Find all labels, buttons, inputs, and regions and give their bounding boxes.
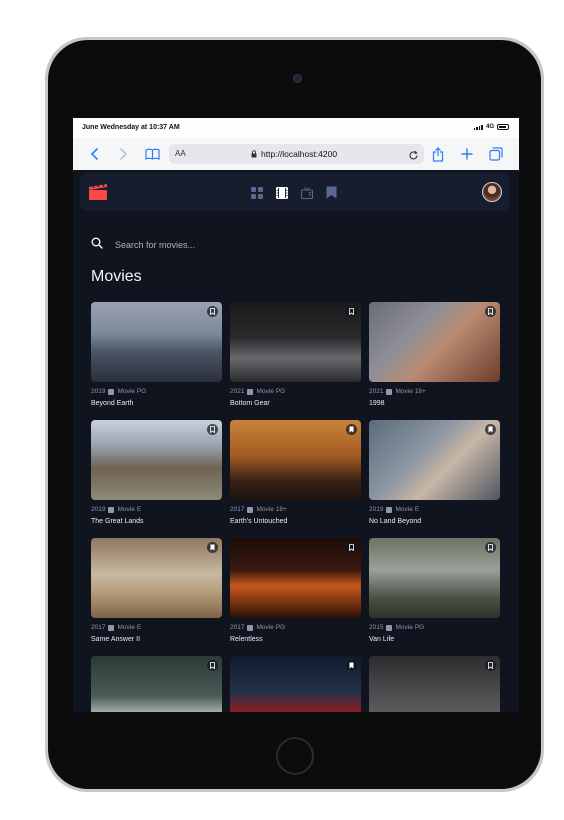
- screen: June Wednesday at 10:37 AM 4G AA http://…: [73, 118, 519, 712]
- bookmark-toggle-icon[interactable]: [207, 424, 218, 435]
- movie-meta: 2017 Movie PG: [230, 624, 286, 631]
- movie-card[interactable]: 2021 Movie PG Bottom Gear: [230, 302, 361, 420]
- url-text: http://localhost:4200: [261, 149, 338, 159]
- bookmark-toggle-icon[interactable]: [485, 306, 496, 317]
- movie-meta: 2019 Movie E: [91, 506, 142, 513]
- movie-thumbnail[interactable]: [369, 302, 500, 382]
- movie-card[interactable]: 2019 Movie PG Beyond Earth: [91, 302, 222, 420]
- film-icon: [386, 624, 393, 631]
- search-icon: [91, 236, 103, 254]
- bookmark-toggle-icon[interactable]: [207, 306, 218, 317]
- movie-thumbnail[interactable]: [369, 538, 500, 618]
- movie-thumbnail[interactable]: [91, 420, 222, 500]
- movie-card[interactable]: [230, 656, 361, 712]
- battery-icon: [497, 124, 509, 130]
- network-label: 4G: [485, 124, 494, 130]
- top-navbar: [80, 173, 510, 211]
- movie-card[interactable]: 2017 Movie 18+ Earth's Untouched: [230, 420, 361, 538]
- movie-thumbnail[interactable]: [230, 656, 361, 712]
- movie-thumbnail[interactable]: [91, 656, 222, 712]
- bookmark-toggle-icon[interactable]: [207, 660, 218, 671]
- movie-thumbnail[interactable]: [369, 656, 500, 712]
- movie-thumbnail[interactable]: [230, 538, 361, 618]
- movie-meta: 2019 Movie PG: [91, 388, 147, 395]
- nav-home-grid-icon[interactable]: [251, 186, 263, 199]
- movie-card[interactable]: 2019 Movie E No Land Beyond: [369, 420, 500, 538]
- film-icon: [247, 506, 254, 513]
- movie-title[interactable]: Van Life: [369, 636, 500, 643]
- url-field[interactable]: http://localhost:4200: [251, 149, 337, 159]
- app-logo-icon[interactable]: [89, 183, 107, 205]
- forward-icon[interactable]: [115, 146, 131, 162]
- movie-card[interactable]: 2015 Movie PG Van Life: [369, 538, 500, 656]
- movie-card[interactable]: 2017 Movie PG Relentless: [230, 538, 361, 656]
- section-title: Movies: [91, 268, 142, 285]
- movie-title[interactable]: Bottom Gear: [230, 400, 361, 407]
- movie-thumbnail[interactable]: [230, 420, 361, 500]
- bookmark-toggle-icon[interactable]: [346, 542, 357, 553]
- movie-title[interactable]: Beyond Earth: [91, 400, 222, 407]
- signal-icon: [473, 124, 483, 130]
- bookmark-toggle-icon[interactable]: [346, 306, 357, 317]
- bookmarks-book-icon[interactable]: [144, 146, 160, 162]
- nav-icons: [251, 186, 338, 200]
- bookmark-toggle-icon[interactable]: [485, 542, 496, 553]
- nav-movies-film-icon[interactable]: [276, 186, 288, 199]
- bookmark-toggle-icon[interactable]: [485, 660, 496, 671]
- movie-card[interactable]: [369, 656, 500, 712]
- movie-thumbnail[interactable]: [230, 302, 361, 382]
- movie-title[interactable]: Earth's Untouched: [230, 518, 361, 525]
- text-size-button[interactable]: AA: [175, 149, 186, 158]
- back-icon[interactable]: [86, 146, 102, 162]
- new-tab-icon[interactable]: [459, 146, 475, 162]
- bookmark-filled-icon[interactable]: [346, 424, 357, 435]
- app-content: Movies 2019MoviePG Beyond Earth 2021Movi…: [73, 170, 519, 712]
- movie-title[interactable]: The Great Lands: [91, 518, 222, 525]
- movie-card[interactable]: 2017 Movie E Same Answer II: [91, 538, 222, 656]
- film-icon: [108, 388, 115, 395]
- status-time: June Wednesday at 10:37 AM: [82, 124, 180, 131]
- movies-grid: 2019 Movie PG Beyond Earth 2021 Movie PG Bot…: [91, 302, 501, 712]
- front-camera: [293, 74, 302, 83]
- bookmark-filled-icon[interactable]: [207, 542, 218, 553]
- movie-meta: 2021 Movie 18+: [369, 388, 426, 395]
- status-bar: June Wednesday at 10:37 AM 4G: [73, 118, 519, 138]
- user-avatar[interactable]: [482, 182, 502, 202]
- film-icon: [247, 624, 254, 631]
- film-icon: [386, 388, 393, 395]
- status-indicators: 4G: [473, 124, 509, 130]
- movie-meta: 2017 Movie 18+: [230, 506, 287, 513]
- movie-meta: 2015 Movie PG: [369, 624, 425, 631]
- movie-meta: 2017 Movie E: [91, 624, 142, 631]
- movie-card[interactable]: 2021 Movie 18+ 1998: [369, 302, 500, 420]
- movie-thumbnail[interactable]: [91, 538, 222, 618]
- nav-tv-series-icon[interactable]: [300, 186, 314, 200]
- film-icon: [108, 506, 115, 513]
- movie-card[interactable]: 2019 Movie E The Great Lands: [91, 420, 222, 538]
- lock-icon: [251, 150, 257, 158]
- bookmark-filled-icon[interactable]: [485, 424, 496, 435]
- tabs-overview-icon[interactable]: [488, 146, 504, 162]
- address-bar[interactable]: AA http://localhost:4200: [169, 144, 424, 164]
- movie-title[interactable]: No Land Beyond: [369, 518, 500, 525]
- movie-card[interactable]: [91, 656, 222, 712]
- movie-thumbnail[interactable]: [91, 302, 222, 382]
- movie-meta: 2019 Movie E: [369, 506, 420, 513]
- share-icon[interactable]: [430, 146, 446, 162]
- movie-title[interactable]: 1998: [369, 400, 500, 407]
- reload-icon[interactable]: [408, 148, 419, 166]
- movie-title[interactable]: Relentless: [230, 636, 361, 643]
- home-button[interactable]: [276, 737, 314, 775]
- film-icon: [108, 624, 115, 631]
- film-icon: [247, 388, 254, 395]
- film-icon: [386, 506, 393, 513]
- movie-thumbnail[interactable]: [369, 420, 500, 500]
- search-bar: [91, 236, 315, 254]
- nav-bookmark-icon[interactable]: [326, 186, 338, 199]
- movie-meta: 2021 Movie PG: [230, 388, 286, 395]
- search-input[interactable]: [115, 240, 315, 250]
- browser-toolbar: AA http://localhost:4200: [73, 138, 519, 171]
- bookmark-filled-icon[interactable]: [346, 660, 357, 671]
- movie-title[interactable]: Same Answer II: [91, 636, 222, 643]
